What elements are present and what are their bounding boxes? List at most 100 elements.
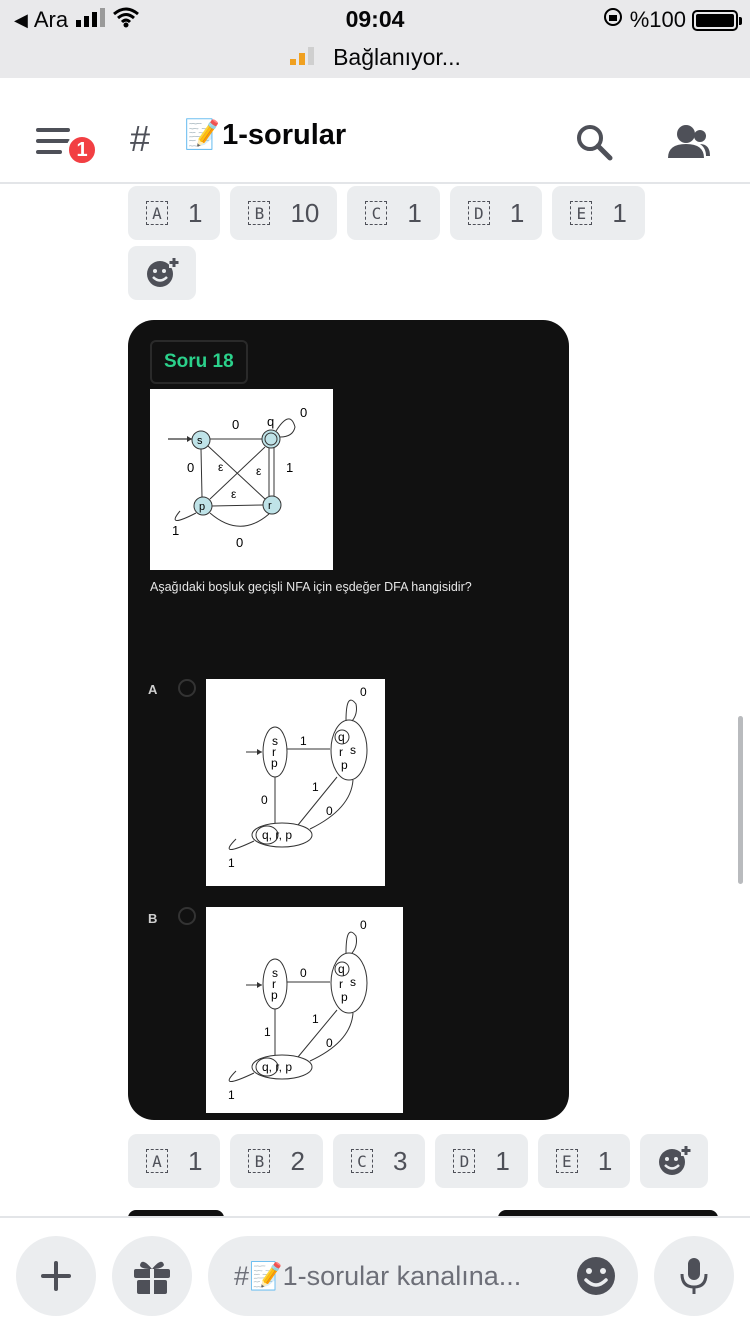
message-placeholder: #📝1-sorular kanalına... — [234, 1261, 522, 1291]
reaction-a[interactable]: A1 — [128, 1134, 221, 1188]
b-state2-s: s — [350, 975, 356, 989]
reaction-letter: A — [146, 1149, 168, 1173]
voice-message-button[interactable] — [654, 1236, 734, 1316]
a-state3: q, r, p — [262, 828, 292, 842]
notification-badge: 1 — [66, 134, 98, 166]
nfa-label-s-p: 0 — [187, 460, 194, 475]
connection-status: Bağlanıyor... — [0, 44, 750, 71]
a-label-loop1: 1 — [228, 856, 235, 870]
b-label-1b: 1 — [312, 1012, 319, 1026]
plus-icon — [41, 1261, 71, 1291]
reaction-letter: C — [365, 201, 388, 225]
add-reaction-button[interactable] — [128, 246, 196, 300]
b-state3: q, r, p — [262, 1060, 292, 1074]
add-reaction-icon — [147, 256, 179, 287]
gift-icon — [134, 1261, 170, 1294]
nfa-label-r-p: 0 — [236, 535, 243, 550]
members-icon — [668, 125, 710, 158]
reaction-letter: D — [453, 1149, 476, 1173]
b-label-loop0: 0 — [360, 918, 367, 932]
signal-bars-icon — [289, 44, 315, 71]
reaction-letter: B — [248, 1149, 271, 1173]
connecting-text: Bağlanıyor... — [333, 44, 461, 70]
reaction-count: 1 — [495, 1145, 510, 1176]
search-button[interactable] — [574, 122, 614, 167]
reaction-count: 1 — [597, 1145, 613, 1176]
a-state2-r: r — [339, 745, 343, 759]
channel-hash-icon: # — [130, 118, 151, 159]
nfa-label-q-loop: 0 — [300, 405, 307, 420]
channel-header: 1 # 📝 1-sorular — [0, 78, 750, 184]
b-state2-p: p — [341, 990, 348, 1004]
a-label-1: 1 — [300, 734, 307, 748]
nfa-label-eps-2: ε — [256, 464, 262, 478]
option-b-radio[interactable] — [178, 907, 196, 925]
option-b-label: B — [148, 911, 158, 926]
question-tag: Soru 18 — [150, 340, 248, 384]
emoji-icon — [577, 1257, 615, 1295]
reaction-b[interactable]: B 10 — [230, 186, 338, 240]
search-icon — [577, 125, 613, 161]
reaction-letter: D — [467, 201, 490, 225]
reaction-c[interactable]: C3 — [332, 1134, 426, 1188]
microphone-icon — [680, 1258, 708, 1294]
question-image-card[interactable]: Soru 18 s q r p 0 0 0 1 ε ε ε 0 1 Aşağıd… — [128, 320, 569, 1120]
battery-icon — [692, 9, 742, 31]
reaction-count: 1 — [188, 197, 203, 228]
reaction-letter: B — [248, 201, 271, 225]
option-a-diagram[interactable]: s r p q r s p q, r, p 1 0 1 0 0 1 — [206, 679, 385, 886]
status-bar: ◀ Ara 09:04 %100 Bağlanıyor... — [0, 0, 750, 78]
reaction-d[interactable]: D1 — [435, 1134, 528, 1188]
emoji-button[interactable] — [576, 1256, 616, 1301]
reaction-count: 1 — [509, 197, 525, 228]
b-label-0b: 0 — [326, 1036, 333, 1050]
a-label-0: 0 — [261, 793, 268, 807]
reaction-letter: E — [555, 1149, 578, 1173]
reaction-letter: A — [146, 201, 168, 225]
orientation-lock-icon — [602, 6, 624, 34]
reaction-letter: E — [570, 201, 593, 225]
reaction-e[interactable]: E1 — [537, 1134, 631, 1188]
reaction-count: 2 — [290, 1145, 305, 1176]
channel-title[interactable]: 📝 1-sorular — [184, 118, 346, 152]
b-label-loop1: 1 — [228, 1088, 235, 1102]
nfa-label-q-r: 1 — [286, 460, 293, 475]
nfa-state-s: s — [197, 435, 203, 447]
b-state2-r: r — [339, 977, 343, 991]
b-state2-q: q — [338, 962, 345, 976]
memo-emoji: 📝 — [184, 119, 221, 151]
nfa-label-eps-3: ε — [231, 487, 237, 501]
question-text: Aşağıdaki boşluk geçişli NFA için eşdeğe… — [150, 580, 472, 594]
nfa-state-r: r — [268, 500, 272, 512]
reaction-letter: C — [350, 1149, 373, 1173]
scrollbar[interactable] — [738, 716, 743, 884]
reaction-b[interactable]: B2 — [230, 1134, 323, 1188]
reaction-count: 1 — [612, 197, 627, 228]
reaction-count: 10 — [290, 197, 320, 228]
gift-button[interactable] — [112, 1236, 192, 1316]
option-b-diagram[interactable]: s r p q r s p q, r, p 0 1 1 0 0 1 — [206, 907, 403, 1113]
reaction-d[interactable]: D1 — [449, 186, 543, 240]
a-label-loop0: 0 — [360, 685, 367, 699]
members-button[interactable] — [666, 122, 710, 167]
a-state1-p: p — [271, 756, 278, 770]
add-reaction-button[interactable] — [640, 1134, 709, 1188]
reactions-top: A1 B 10 C1 D1 E1 — [128, 186, 645, 240]
b-label-0: 0 — [300, 966, 307, 980]
battery-percent: %100 — [629, 7, 686, 32]
attach-button[interactable] — [16, 1236, 96, 1316]
a-state2-s: s — [350, 743, 356, 757]
nfa-label-s-q: 0 — [232, 417, 239, 432]
reactions-bottom: A1 B2 C3 D1 E1 — [128, 1134, 709, 1188]
reaction-e[interactable]: E1 — [552, 186, 645, 240]
nfa-state-p: p — [199, 501, 205, 513]
option-a-radio[interactable] — [178, 679, 196, 697]
a-label-1b: 1 — [312, 780, 319, 794]
message-input[interactable]: #📝1-sorular kanalına... — [208, 1236, 638, 1316]
reaction-count: 1 — [188, 1145, 203, 1176]
nfa-state-q: q — [267, 414, 274, 429]
reaction-c[interactable]: C1 — [347, 186, 440, 240]
reaction-a[interactable]: A1 — [128, 186, 221, 240]
a-state2-p: p — [341, 758, 348, 772]
reaction-count: 1 — [407, 197, 422, 228]
